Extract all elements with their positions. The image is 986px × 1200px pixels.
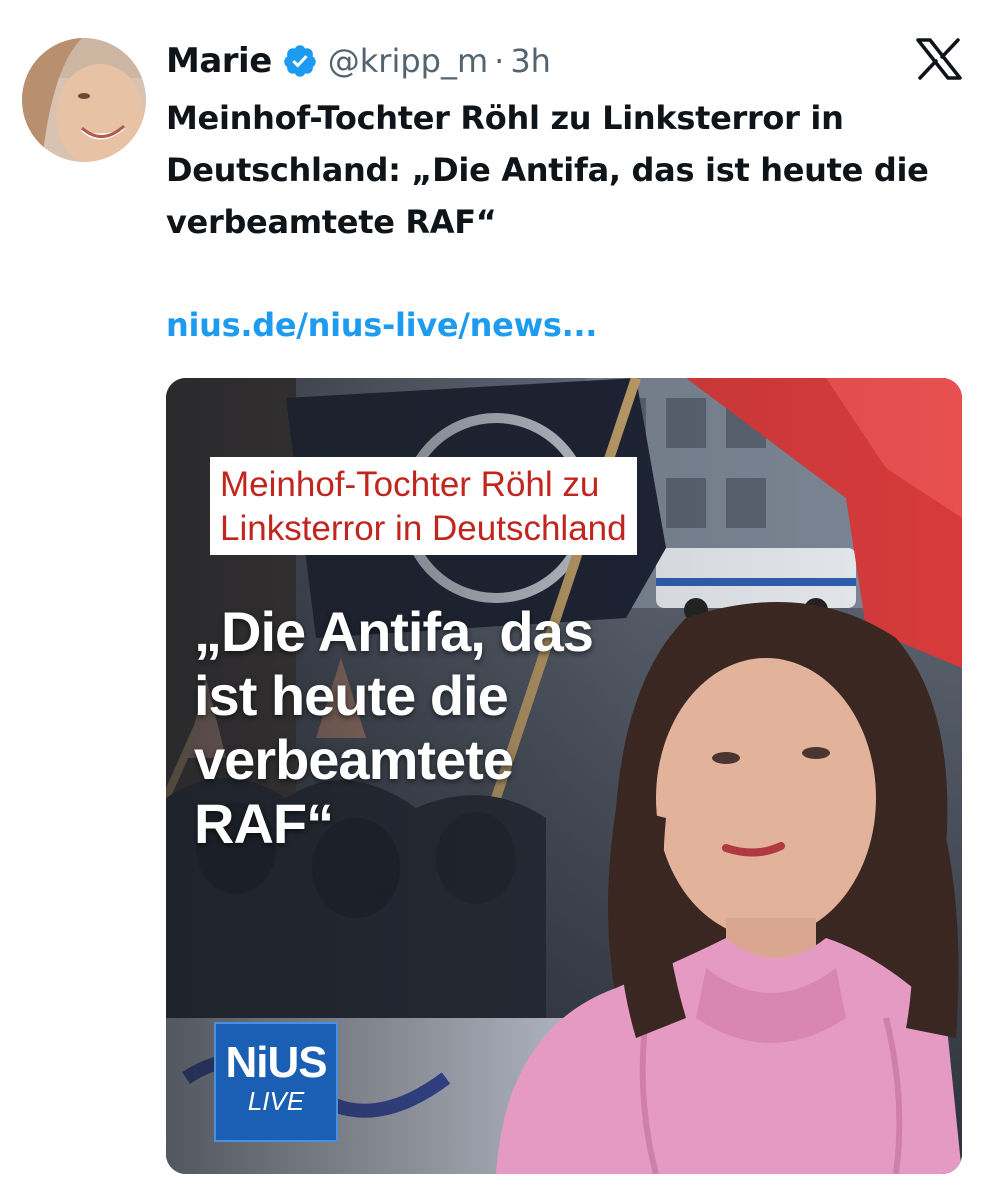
verified-badge-icon xyxy=(282,43,318,79)
timestamp[interactable]: 3h xyxy=(510,42,551,80)
author-name[interactable]: Marie xyxy=(166,41,272,81)
brand-live: LIVE xyxy=(247,1086,305,1116)
link-preview-card[interactable]: Meinhof-Tochter Röhl zu Linksterror in D… xyxy=(166,378,962,1174)
tweet-text: Meinhof-Tochter Röhl zu Linksterror in D… xyxy=(166,99,929,241)
nius-live-logo: NiUS LIVE xyxy=(214,1022,338,1142)
card-headline: Meinhof-Tochter Röhl zu Linksterror in D… xyxy=(210,457,637,555)
card-quote: „Die Antifa, das ist heute die verbeamte… xyxy=(194,600,594,855)
x-logo-icon xyxy=(916,38,962,80)
author-handle[interactable]: @kripp_m xyxy=(328,42,488,80)
article-link[interactable]: nius.de/nius-live/news... xyxy=(166,306,597,344)
avatar[interactable] xyxy=(22,38,146,162)
separator-dot: · xyxy=(494,42,505,80)
brand-name: NiUS xyxy=(225,1038,327,1087)
tweet-header: Marie @kripp_m · 3h xyxy=(166,38,551,84)
tweet[interactable]: Marie @kripp_m · 3h Meinhof-Tochter Röhl… xyxy=(0,0,986,1200)
avatar-image xyxy=(22,38,146,162)
